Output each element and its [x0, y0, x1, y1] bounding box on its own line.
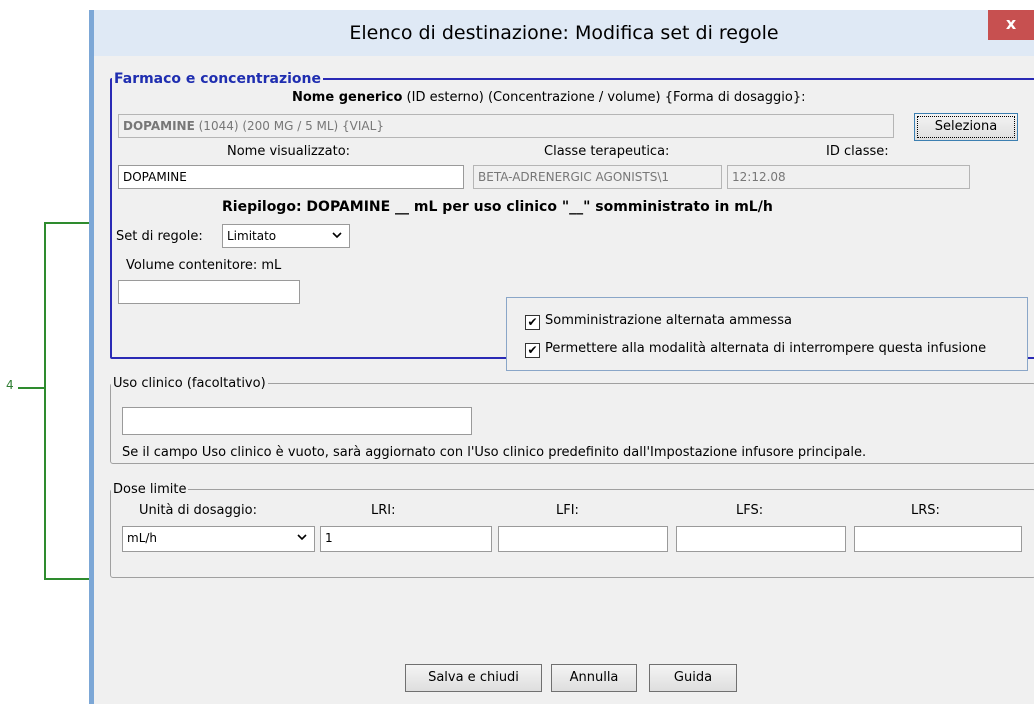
cancel-button[interactable]: Annulla: [551, 664, 637, 692]
clinical-use-group: Uso clinico (facoltativo) Se il campo Us…: [110, 376, 1034, 464]
dialog-window: Elenco di destinazione: Modifica set di …: [89, 10, 1034, 704]
cancel-label: Annulla: [569, 670, 619, 685]
alternate-allowed-checkbox[interactable]: ✔: [525, 315, 540, 330]
generic-name-field: DOPAMINE (1044) (200 MG / 5 ML) {VIAL}: [118, 114, 894, 138]
display-name-label: Nome visualizzato:: [227, 144, 351, 159]
close-button[interactable]: x: [988, 10, 1034, 40]
callout-tick: [18, 387, 44, 389]
lri-label: LRI:: [371, 503, 396, 518]
alternate-options-group: ✔ Somministrazione alternata ammessa ✔ Per…: [506, 297, 1028, 371]
generic-name-value-rest: (1044) (200 MG / 5 ML) {VIAL}: [198, 119, 384, 133]
help-label: Guida: [673, 670, 713, 685]
dialog-content: Farmaco e concentrazione Nome generico (…: [94, 56, 1034, 704]
therapeutic-class-field: BETA-ADRENERGIC AGONISTS\1: [473, 165, 722, 189]
chevron-down-icon: [332, 228, 342, 245]
drug-group-legend: Farmaco e concentrazione: [114, 71, 322, 87]
alternate-allowed-label: Somministrazione alternata ammessa: [545, 313, 792, 328]
lfs-input[interactable]: [676, 526, 846, 552]
help-button[interactable]: Guida: [649, 664, 737, 692]
generic-name-header: Nome generico (ID esterno) (Concentrazio…: [292, 90, 806, 105]
dialog-title: Elenco di destinazione: Modifica set di …: [349, 22, 779, 44]
dosing-unit-label: Unità di dosaggio:: [139, 503, 257, 518]
generic-name-value-bold: DOPAMINE: [123, 119, 195, 133]
summary-text: Riepilogo: DOPAMINE __ mL per uso clinic…: [222, 199, 773, 215]
close-icon: x: [1005, 14, 1017, 33]
clinical-use-legend: Uso clinico (facoltativo): [113, 376, 266, 391]
select-drug-label: Seleziona: [934, 119, 998, 134]
alternate-interrupt-row[interactable]: ✔ Permettere alla modalità alternata di i…: [525, 341, 986, 358]
lfi-input[interactable]: [498, 526, 668, 552]
container-volume-label: Volume contenitore: mL: [126, 258, 282, 273]
rule-set-label: Set di regole:: [116, 229, 203, 244]
save-close-button[interactable]: Salva e chiudi: [405, 664, 542, 692]
rule-set-select[interactable]: Limitato: [222, 224, 350, 248]
drug-concentration-group: Farmaco e concentrazione Nome generico (…: [110, 71, 1034, 371]
rule-set-value: Limitato: [227, 229, 277, 243]
callout-bracket: [44, 222, 46, 580]
alternate-interrupt-checkbox[interactable]: ✔: [525, 343, 540, 358]
alternate-allowed-row[interactable]: ✔ Somministrazione alternata ammessa: [525, 313, 792, 330]
generic-name-header-bold: Nome generico: [292, 90, 403, 105]
therapeutic-class-label: Classe terapeutica:: [544, 144, 670, 159]
lrs-input[interactable]: [854, 526, 1022, 552]
alternate-interrupt-label: Permettere alla modalità alternata di in…: [545, 341, 987, 356]
class-id-label: ID classe:: [826, 144, 889, 159]
title-bar: Elenco di destinazione: Modifica set di …: [94, 10, 1034, 56]
chevron-down-icon: [297, 530, 307, 547]
lri-input[interactable]: 1: [320, 526, 492, 552]
callout-number: 4: [6, 378, 14, 392]
lfi-label: LFI:: [556, 503, 579, 518]
lrs-label: LRS:: [911, 503, 940, 518]
save-close-label: Salva e chiudi: [428, 670, 519, 685]
generic-name-header-rest: (ID esterno) (Concentrazione / volume) {…: [406, 90, 806, 105]
lfs-label: LFS:: [736, 503, 764, 518]
dose-limits-group: Dose limite Unità di dosaggio: LRI: LFI:…: [110, 482, 1034, 578]
clinical-use-input[interactable]: [122, 407, 472, 435]
dosing-unit-value: mL/h: [127, 531, 158, 545]
display-name-input[interactable]: DOPAMINE: [118, 165, 464, 189]
class-id-field: 12:12.08: [727, 165, 970, 189]
dose-limits-legend: Dose limite: [113, 482, 187, 497]
container-volume-input[interactable]: [118, 280, 300, 304]
select-drug-button[interactable]: Seleziona: [914, 113, 1018, 141]
clinical-use-note: Se il campo Uso clinico è vuoto, sarà ag…: [122, 445, 867, 460]
dosing-unit-select[interactable]: mL/h: [122, 526, 315, 552]
